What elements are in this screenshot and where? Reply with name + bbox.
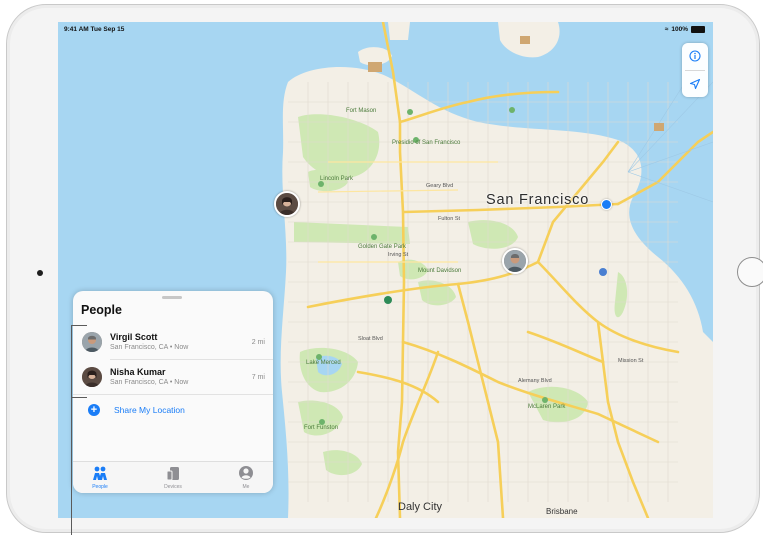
map-avatar-nisha[interactable] [274,191,300,217]
tab-me[interactable]: Me [226,465,266,491]
home-button[interactable] [737,257,763,287]
wifi-icon: ≈ [664,26,669,33]
street-mission: Mission St [618,358,644,364]
person-photo-icon [82,367,102,387]
street-sloat: Sloat Blvd [358,336,383,342]
battery-icon [691,26,705,33]
camera [37,270,43,276]
person-row-nisha[interactable]: Nisha Kumar San Francisco, CA • Now 7 mi [73,360,273,394]
callout-tick-top [71,325,87,326]
avatar [82,367,102,387]
panel-grabber[interactable] [162,296,182,299]
poi-mclaren-park: McLaren Park [528,404,566,410]
tab-bar: People Devices Me [73,461,273,493]
my-location-dot[interactable] [601,199,612,210]
panel-title: People [81,303,122,317]
avatar [82,332,102,352]
person-photo-icon [82,332,102,352]
person-location: San Francisco, CA • Now [110,344,189,351]
devices-icon [166,467,179,481]
tab-people[interactable]: People [80,465,120,491]
share-my-location-button[interactable]: + Share My Location [73,395,273,427]
battery-percent: 100% [671,26,688,33]
person-photo-icon [504,250,526,272]
person-distance: 2 mi [251,339,265,346]
street-fulton: Fulton St [438,216,460,222]
poi-fort-funston: Fort Funston [304,425,338,431]
district-label-brisbane: Brisbane [546,507,578,516]
city-label: San Francisco [486,192,590,208]
status-bar: 9:41 AM Tue Sep 15 ≈ 100% [58,22,713,36]
tab-devices[interactable]: Devices [153,465,193,491]
screen: Fort Mason Presidio of San Francisco Lin… [58,22,713,518]
status-right: ≈ 100% [665,26,705,33]
poi-fort-mason: Fort Mason [346,108,376,114]
street-irving: Irving St [388,252,409,258]
info-button[interactable] [682,43,708,69]
person-distance: 7 mi [251,374,265,381]
callout-line [71,325,72,535]
current-location-button[interactable] [682,71,708,97]
person-name: Virgil Scott [110,332,158,342]
callout-tick-bottom [71,397,87,398]
people-icon [93,466,107,480]
poi-golden-gate-park: Golden Gate Park [358,244,407,250]
poi-lake-merced: Lake Merced [306,360,341,366]
street-geary: Geary Blvd [426,183,453,189]
poi-presidio: Presidio of San Francisco [392,140,461,146]
map-controls [682,43,708,97]
location-arrow-icon [689,78,701,90]
info-icon [689,50,701,62]
person-location: San Francisco, CA • Now [110,379,189,386]
people-panel: People Virgil Scott San Francisco, CA • … [73,291,273,493]
person-photo-icon [276,193,298,215]
tab-label: Me [242,484,250,490]
share-my-location-label: Share My Location [114,405,185,415]
me-icon [239,466,253,480]
map-avatar-virgil[interactable] [502,248,528,274]
status-time: 9:41 AM Tue Sep 15 [64,26,125,33]
poi-lincoln-park: Lincoln Park [320,176,354,182]
street-alemany: Alemany Blvd [518,378,552,384]
person-name: Nisha Kumar [110,367,166,377]
tab-label: People [92,484,108,490]
add-icon: + [88,404,100,416]
person-row-virgil[interactable]: Virgil Scott San Francisco, CA • Now 2 m… [73,325,273,359]
tab-label: Devices [164,484,182,490]
district-label-daly-city: Daly City [398,501,443,513]
poi-mount-davidson: Mount Davidson [418,268,461,274]
